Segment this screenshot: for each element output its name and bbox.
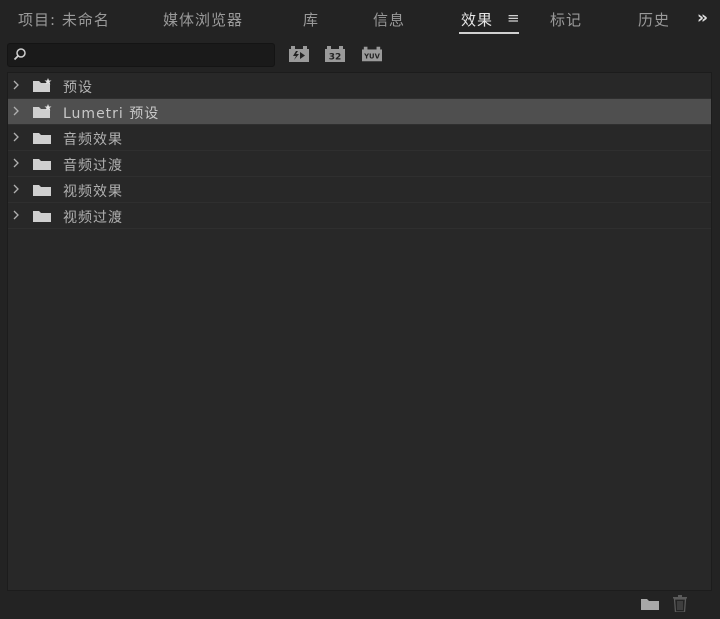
chevron-right-icon[interactable] [12,184,20,194]
chevron-right-icon[interactable] [12,210,20,220]
new-custom-bin-icon[interactable] [641,597,659,610]
folder-icon [33,211,51,222]
tree-item-video-effects[interactable]: 视频效果 [8,177,711,203]
panel-footer [0,590,720,619]
tab-media-browser[interactable]: 媒体浏览器 [163,9,243,30]
folder-icon [33,185,51,196]
yuv-effects-icon[interactable]: YUV [362,46,382,62]
tree-item-presets[interactable]: 预设 [8,73,711,99]
tab-markers[interactable]: 标记 [550,9,582,30]
tab-history[interactable]: 历史 [638,9,668,30]
tree-item-audio-transitions[interactable]: 音频过渡 [8,151,711,177]
tree-item-label: Lumetri 预设 [63,106,160,122]
search-icon [13,48,26,61]
folder-icon [33,133,51,144]
search-input[interactable] [7,43,275,67]
preset-folder-icon [33,78,52,92]
tree-item-video-transitions[interactable]: 视频过渡 [8,203,711,229]
chevron-right-icon[interactable] [12,158,20,168]
svg-text:YUV: YUV [363,53,380,61]
tree-item-lumetri-presets[interactable]: Lumetri 预设 [8,99,711,125]
chevron-right-icon[interactable] [12,80,20,90]
tab-info[interactable]: 信息 [373,9,405,30]
tab-effects[interactable]: 效果 [461,9,493,30]
hamburger-menu-icon[interactable]: ≡ [507,9,520,27]
tree-item-label: 音频效果 [63,132,123,148]
active-tab-indicator [459,32,519,34]
tab-project[interactable]: 项目: 未命名 [18,9,110,30]
tree-item-label: 视频过渡 [63,210,123,226]
tree-item-label: 视频效果 [63,184,123,200]
effects-tree: 预设 Lumetri 预设 音频效果 音频过渡 视频效果 视频过渡 [7,72,712,591]
tab-overflow-button[interactable]: » [697,8,708,28]
tree-item-label: 预设 [63,80,93,96]
accelerated-effects-icon[interactable] [289,46,309,62]
effects-toolbar: 32 YUV [0,38,720,72]
trash-icon[interactable] [672,595,688,612]
panel-tab-bar: 项目: 未命名 媒体浏览器 库 信息 效果 ≡ 标记 历史 » [0,0,720,38]
folder-icon [33,159,51,170]
svg-text:32: 32 [329,53,342,63]
tree-item-audio-effects[interactable]: 音频效果 [8,125,711,151]
tab-libraries[interactable]: 库 [303,9,319,30]
32-bit-color-icon[interactable]: 32 [325,46,345,62]
chevron-right-icon[interactable] [12,106,20,116]
tree-item-label: 音频过渡 [63,158,123,174]
preset-folder-icon [33,104,52,118]
chevron-right-icon[interactable] [12,132,20,142]
